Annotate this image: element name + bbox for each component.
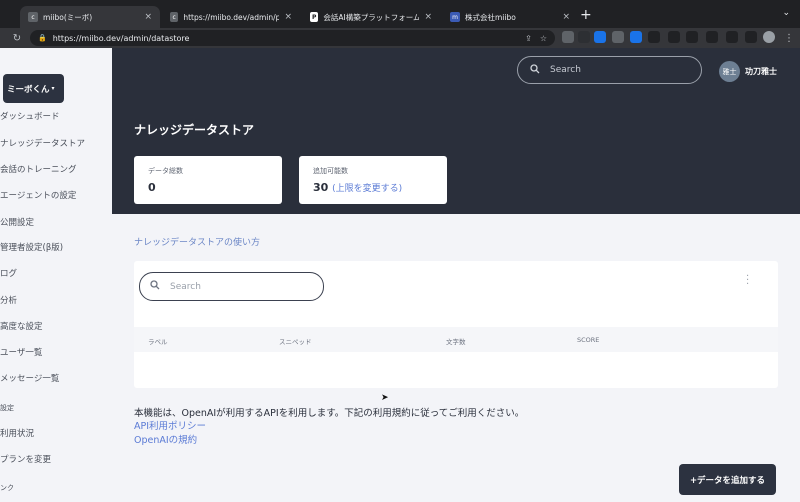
sidebar-section-links: ンク xyxy=(0,484,14,492)
change-limit-link[interactable]: (上限を変更する) xyxy=(332,184,402,194)
extension-icon[interactable] xyxy=(594,31,606,43)
sidebar-item-admin[interactable]: 管理者設定(β版) xyxy=(0,241,63,253)
datastore-search-input[interactable] xyxy=(170,281,310,292)
extension-icon[interactable] xyxy=(630,31,642,43)
sidepanel-icon[interactable] xyxy=(745,31,757,43)
sidebar-item-datastore[interactable]: ナレッジデータストア xyxy=(0,137,85,149)
sidebar-item-training[interactable]: 会話のトレーニング xyxy=(0,163,77,175)
sidebar-item-log[interactable]: ログ xyxy=(0,267,17,279)
sidebar-item-dashboard[interactable]: ダッシュボード xyxy=(0,110,60,122)
sidebar-item-publish[interactable]: 公開設定 xyxy=(0,216,34,228)
more-options-icon[interactable]: · · · xyxy=(746,272,749,290)
user-name[interactable]: 功刀雅士 xyxy=(745,66,777,77)
profile-avatar-icon[interactable] xyxy=(763,31,775,43)
extension-icon[interactable] xyxy=(706,31,718,43)
p-favicon-icon: P xyxy=(310,12,319,22)
browser-toolbar: ↻ 🔒 https://miibo.dev/admin/datastore ⇪ … xyxy=(0,28,800,48)
lock-icon: 🔒 xyxy=(38,34,47,42)
global-search[interactable] xyxy=(517,56,702,84)
extension-icon[interactable] xyxy=(612,31,624,43)
browser-tab-preview[interactable]: c https://miibo.dev/admin/previe × xyxy=(162,6,300,28)
miibo-favicon-icon: c xyxy=(170,12,179,22)
stat-label: データ総数 xyxy=(148,167,183,175)
new-tab-button[interactable]: + xyxy=(580,7,592,23)
extension-icon[interactable] xyxy=(668,31,680,43)
column-header-char-count[interactable]: 文字数 xyxy=(446,336,466,346)
sidebar-section-settings: 設定 xyxy=(0,404,14,412)
search-icon xyxy=(530,63,540,77)
close-tab-icon[interactable]: × xyxy=(424,12,432,22)
openai-terms-link[interactable]: OpenAIの規約 xyxy=(134,432,197,446)
sidebar-item-agent-settings[interactable]: エージェントの設定 xyxy=(0,189,76,201)
stat-value-row: 30 (上限を変更する) xyxy=(313,181,433,194)
extension-icon[interactable] xyxy=(648,31,660,43)
sidebar-item-change-plan[interactable]: プランを変更 xyxy=(0,453,51,465)
datastore-panel: ··· ラベル スニペッド 文字数 SCORE xyxy=(134,261,778,388)
sidebar-item-advanced[interactable]: 高度な設定 xyxy=(0,320,43,332)
star-icon[interactable]: ☆ xyxy=(540,34,547,43)
sidebar-item-messages[interactable]: メッセージ一覧 xyxy=(0,372,59,384)
column-header-score[interactable]: SCORE xyxy=(577,336,599,344)
openai-notice: 本機能は、OpenAIが利用するAPIを利用します。下記の利用規約に従ってご利用… xyxy=(134,408,525,419)
stat-card-total: データ総数 0 xyxy=(134,156,282,204)
tab-title: miibo(ミーボ) xyxy=(43,12,93,22)
bot-selector-label: ミーボくん xyxy=(7,84,50,95)
sidebar: ミーボくん ▾ ダッシュボード ナレッジデータストア 会話のトレーニング エージ… xyxy=(0,48,112,502)
caret-down-icon: ▾ xyxy=(51,85,55,92)
page-title: ナレッジデータストア xyxy=(134,123,255,137)
tab-title: https://miibo.dev/admin/previe xyxy=(183,12,280,22)
bot-selector-button[interactable]: ミーボくん ▾ xyxy=(3,74,64,103)
howto-link[interactable]: ナレッジデータストアの使い方 xyxy=(134,235,260,248)
browser-tab-company[interactable]: m 株式会社miibo × xyxy=(442,6,578,28)
stat-label: 追加可能数 xyxy=(313,167,348,175)
stat-value: 30 xyxy=(313,181,329,194)
stat-value: 0 xyxy=(148,181,156,194)
mouse-cursor-icon: ➤ xyxy=(381,393,389,403)
miibo-favicon-icon: c xyxy=(28,12,38,22)
tab-title: 会話AI構築プラットフォーム「mi xyxy=(323,12,420,22)
company-favicon-icon: m xyxy=(450,12,460,22)
url-text: https://miibo.dev/admin/datastore xyxy=(52,33,190,43)
puzzle-icon[interactable] xyxy=(726,31,738,43)
stat-card-addable: 追加可能数 30 (上限を変更する) xyxy=(299,156,447,204)
table-header: ラベル スニペッド 文字数 SCORE xyxy=(134,327,778,352)
add-data-button[interactable]: +データを追加する xyxy=(679,464,776,495)
api-policy-link[interactable]: API利用ポリシー xyxy=(134,418,206,432)
avatar[interactable]: 雅士 xyxy=(719,61,740,82)
extension-icon[interactable] xyxy=(686,31,698,43)
column-header-snippet[interactable]: スニペッド xyxy=(279,336,312,346)
tab-title: 株式会社miibo xyxy=(465,12,516,22)
browser-tab-miibo[interactable]: c miibo(ミーボ) × xyxy=(20,6,160,28)
browser-tab-bar: c miibo(ミーボ) × c https://miibo.dev/admin… xyxy=(0,0,800,28)
sidebar-item-usage[interactable]: 利用状況 xyxy=(0,427,34,439)
close-tab-icon[interactable]: × xyxy=(144,12,152,22)
browser-menu-icon[interactable]: ⋮ xyxy=(782,33,796,44)
close-tab-icon[interactable]: × xyxy=(562,12,570,22)
global-search-input[interactable] xyxy=(550,65,690,75)
sidebar-item-users[interactable]: ユーザ一覧 xyxy=(0,346,42,358)
address-bar[interactable]: 🔒 https://miibo.dev/admin/datastore ⇪ ☆ xyxy=(30,30,555,46)
chevron-down-icon[interactable]: ⌄ xyxy=(782,8,790,18)
column-header-label[interactable]: ラベル xyxy=(148,336,168,346)
share-icon[interactable]: ⇪ xyxy=(525,34,532,43)
extension-icon[interactable] xyxy=(578,31,590,43)
datastore-search[interactable] xyxy=(139,272,324,301)
browser-tab-platform[interactable]: P 会話AI構築プラットフォーム「mi × xyxy=(302,6,440,28)
sidebar-item-analytics[interactable]: 分析 xyxy=(0,294,17,306)
close-tab-icon[interactable]: × xyxy=(284,12,292,22)
reload-icon[interactable]: ↻ xyxy=(10,33,24,44)
search-icon xyxy=(150,280,160,293)
extension-icon[interactable] xyxy=(562,31,574,43)
